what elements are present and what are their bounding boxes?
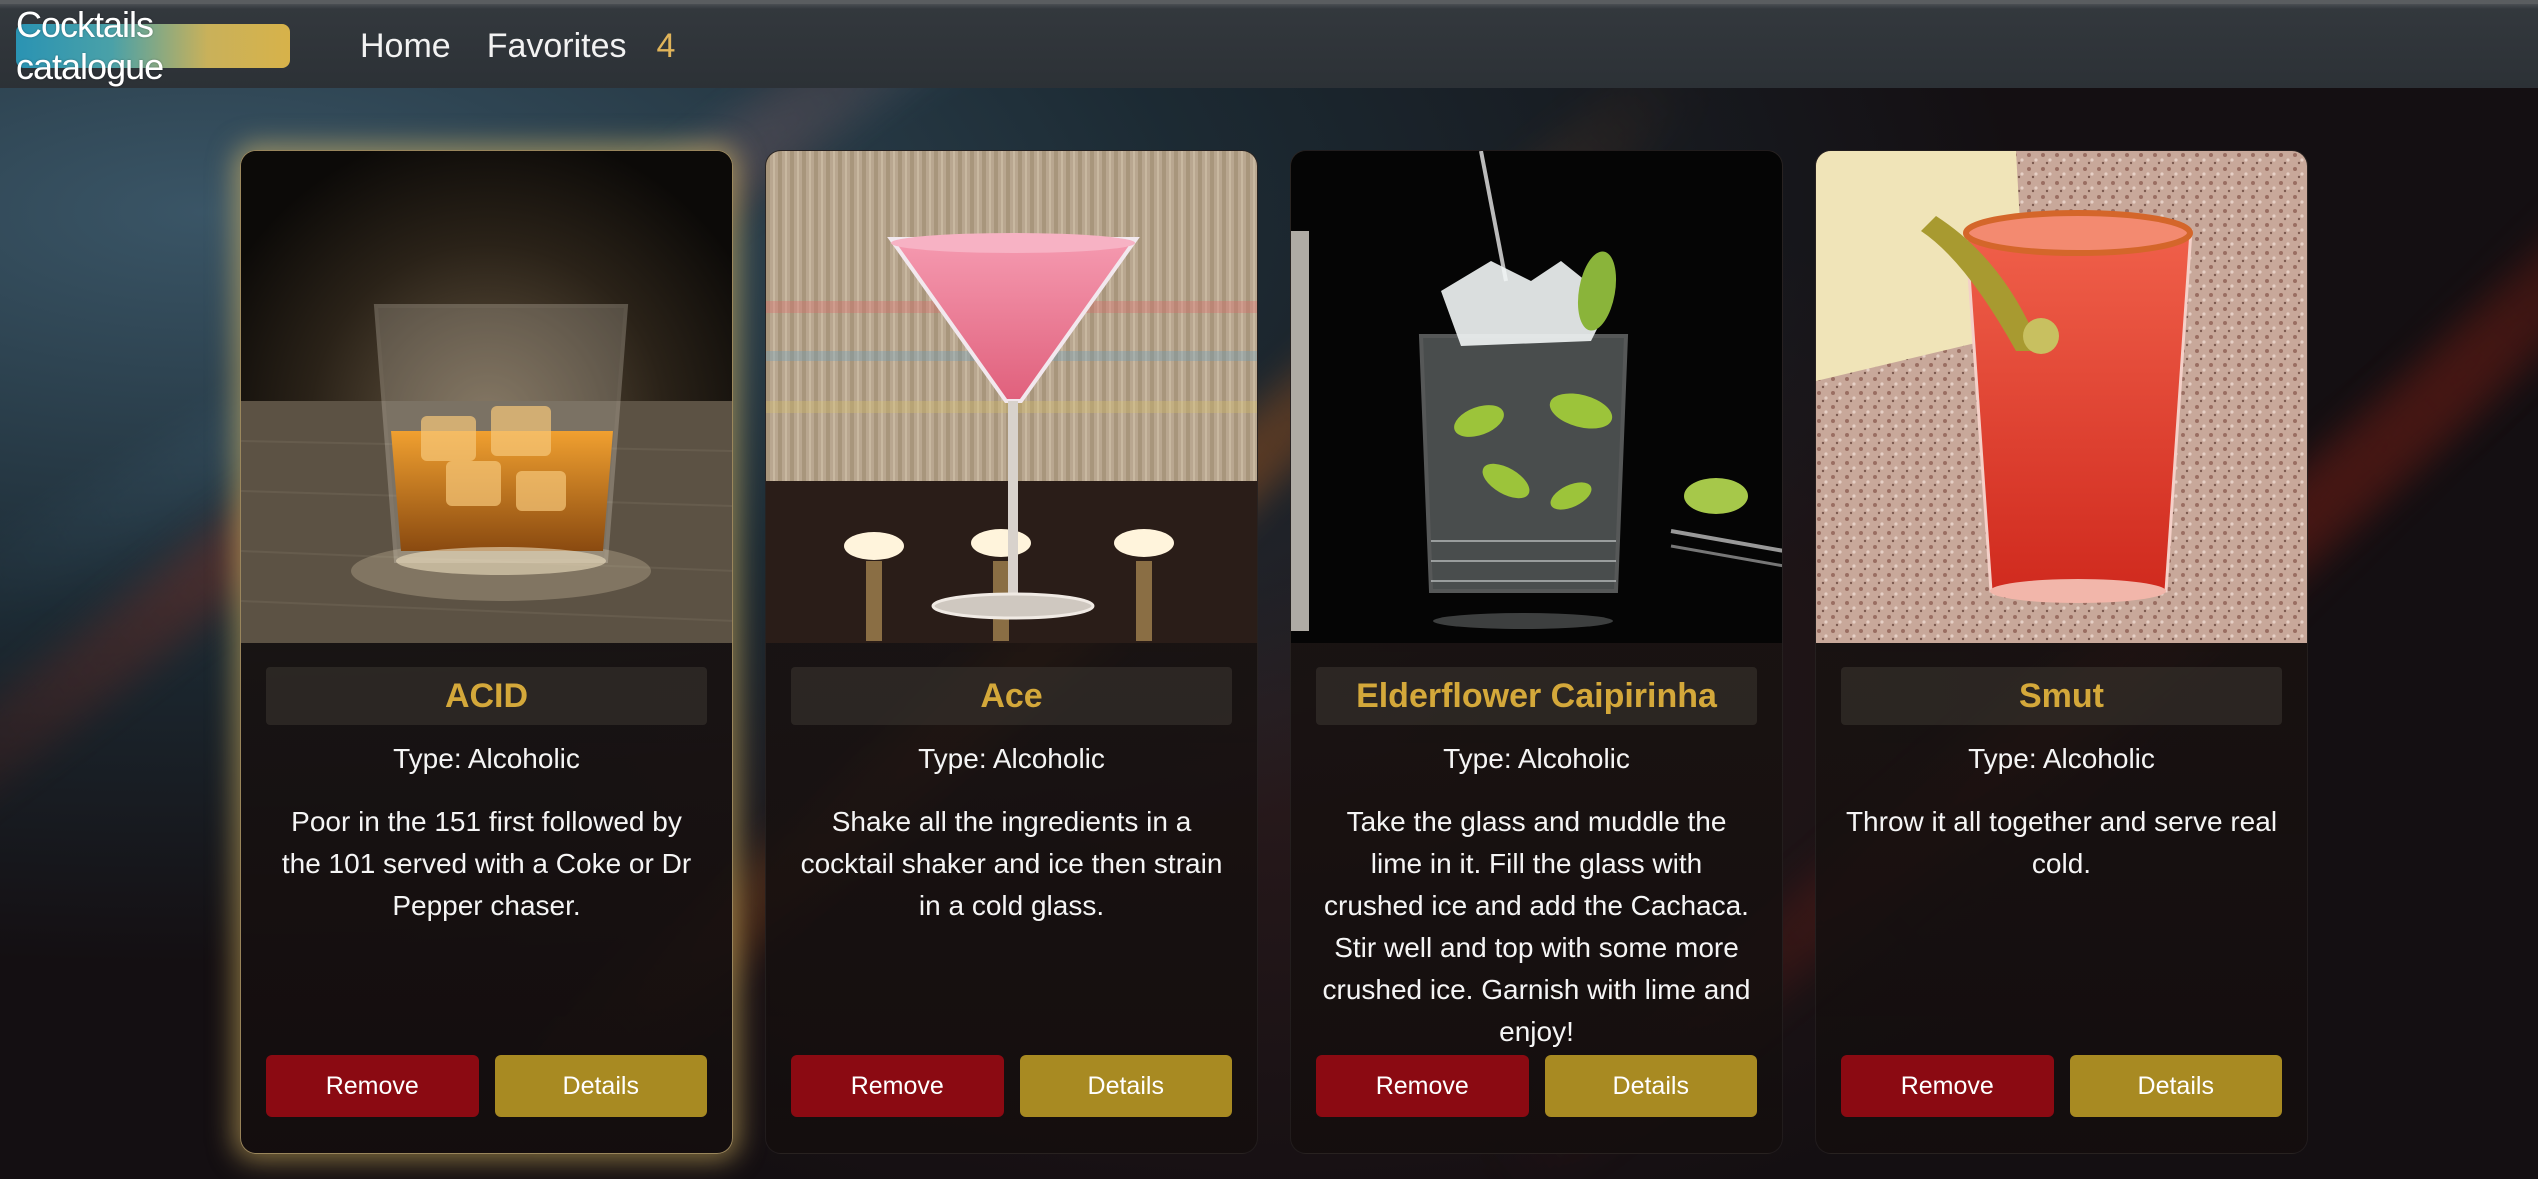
favorites-count-badge: 4 xyxy=(656,26,676,65)
cocktail-description: Poor in the 151 first followed by the 10… xyxy=(281,806,692,921)
remove-button[interactable]: Remove xyxy=(791,1055,1004,1117)
remove-button[interactable]: Remove xyxy=(266,1055,479,1117)
details-button[interactable]: Details xyxy=(2069,1055,2282,1117)
card-actions: Remove Details xyxy=(1841,1055,2282,1117)
brand-logo[interactable]: Cocktails catalogue xyxy=(16,4,290,87)
cocktail-card: Ace Type: Alcoholic Shake all the ingred… xyxy=(765,150,1258,1154)
cocktail-type: Type: Alcoholic xyxy=(393,743,580,774)
cocktail-type: Type: Alcoholic xyxy=(1968,743,2155,774)
caipirinha-glass-photo xyxy=(1291,151,1782,643)
red-cocktail-photo xyxy=(1816,151,2307,643)
cocktail-title: Smut xyxy=(1841,667,2282,725)
cocktail-card: Elderflower Caipirinha Type: Alcoholic T… xyxy=(1290,150,1783,1154)
cocktail-card: Smut Type: Alcoholic Throw it all togeth… xyxy=(1815,150,2308,1154)
cocktail-description: Take the glass and muddle the lime in it… xyxy=(1322,806,1751,1047)
details-button[interactable]: Details xyxy=(1019,1055,1232,1117)
cocktail-type: Type: Alcoholic xyxy=(1443,743,1630,774)
remove-button[interactable]: Remove xyxy=(1841,1055,2054,1117)
cocktail-title: ACID xyxy=(266,667,707,725)
card-actions: Remove Details xyxy=(1316,1055,1757,1117)
cocktail-description: Shake all the ingredients in a cocktail … xyxy=(800,806,1223,921)
cocktail-title: Ace xyxy=(791,667,1232,725)
cocktail-card: ACID Type: Alcoholic Poor in the 151 fir… xyxy=(240,150,733,1154)
nav-favorites-link[interactable]: Favorites xyxy=(487,27,627,66)
cocktail-title: Elderflower Caipirinha xyxy=(1316,667,1757,725)
martini-glass-photo xyxy=(766,151,1257,643)
whiskey-glass-photo xyxy=(241,151,732,643)
nav-home-link[interactable]: Home xyxy=(360,27,451,66)
card-actions: Remove Details xyxy=(791,1055,1232,1117)
details-button[interactable]: Details xyxy=(494,1055,707,1117)
cocktail-description: Throw it all together and serve real col… xyxy=(1845,806,2278,879)
navbar: Cocktails catalogue Home Favorites 4 xyxy=(0,0,2538,88)
details-button[interactable]: Details xyxy=(1544,1055,1757,1117)
remove-button[interactable]: Remove xyxy=(1316,1055,1529,1117)
cocktail-card-list: ACID Type: Alcoholic Poor in the 151 fir… xyxy=(240,150,2308,1154)
cocktail-type: Type: Alcoholic xyxy=(918,743,1105,774)
card-actions: Remove Details xyxy=(266,1055,707,1117)
